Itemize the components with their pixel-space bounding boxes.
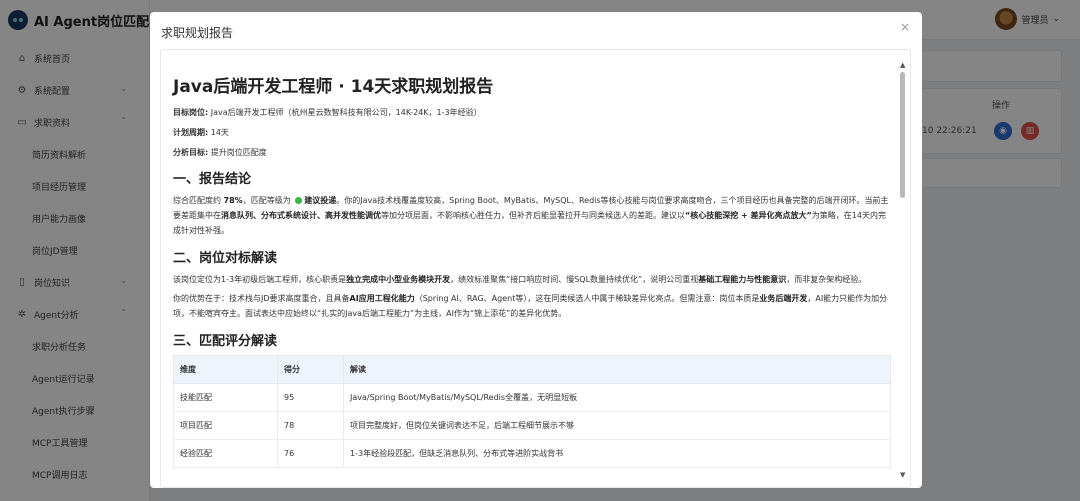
section-conclusion-title: 一、报告结论 (173, 172, 252, 187)
table-row: 经验匹配 76 1-3年经验段匹配，但缺乏消息队列、分布式等进阶实战背书 (173, 439, 891, 468)
meta-goal: 分析目标: 提升岗位匹配度 (173, 148, 267, 157)
cell-dimension: 项目匹配 (173, 411, 278, 440)
scroll-thumb[interactable] (900, 72, 905, 198)
close-icon[interactable]: × (900, 20, 910, 34)
meta-period: 计划周期: 14天 (173, 128, 229, 137)
cell-dimension: 技能匹配 (173, 383, 278, 412)
level-dot-icon (295, 197, 303, 204)
report-dialog: 求职规划报告 × Java后端开发工程师 · 14天求职规划报告 目标岗位: J… (150, 12, 922, 488)
table-row: 项目匹配 78 项目完整度好，但岗位关键词表达不足，后端工程细节展示不够 (173, 411, 891, 440)
cell-score: 78 (277, 411, 344, 440)
header-interpretation: 解读 (343, 355, 891, 384)
cell-score: 95 (277, 383, 344, 412)
cell-interpretation: 项目完整度好，但岗位关键词表达不足，后端工程细节展示不够 (343, 411, 891, 440)
conclusion-paragraph: 综合匹配度约 78%，匹配等级为 建议投递。你的Java技术栈覆盖度较高，Spr… (173, 196, 889, 235)
header-dimension: 维度 (173, 355, 278, 384)
section-benchmark-title: 二、岗位对标解读 (173, 251, 278, 266)
scroll-down-icon[interactable]: ▼ (900, 471, 905, 479)
table-header-row: 维度 得分 解读 (173, 355, 891, 384)
table-row: 技能匹配 95 Java/Spring Boot/MyBatis/MySQL/R… (173, 383, 891, 412)
score-table: 维度 得分 解读 技能匹配 95 Java/Spring Boot/MyBati… (173, 355, 891, 468)
cell-interpretation: Java/Spring Boot/MyBatis/MySQL/Redis全覆盖，… (343, 383, 891, 412)
scroll-up-icon[interactable]: ▲ (900, 61, 905, 69)
report-scrollbar[interactable]: ▲ ▼ (898, 50, 908, 487)
cell-interpretation: 1-3年经验段匹配，但缺乏消息队列、分布式等进阶实战背书 (343, 439, 891, 468)
benchmark-paragraph-1: 该岗位定位为1-3年初级后端工程师，核心职责是独立完成中小型业务模块开发，绩效标… (173, 275, 867, 284)
cell-score: 76 (277, 439, 344, 468)
cell-dimension: 经验匹配 (173, 439, 278, 468)
meta-target: 目标岗位: Java后端开发工程师（杭州星云数智科技有限公司，14K-24K，1… (173, 108, 482, 117)
header-score: 得分 (277, 355, 344, 384)
benchmark-paragraph-2: 你的优势在于：技术栈与JD要求高度重合，且具备AI应用工程化能力（Spring … (173, 294, 888, 318)
report-content[interactable]: Java后端开发工程师 · 14天求职规划报告 目标岗位: Java后端开发工程… (160, 49, 911, 488)
section-score-title: 三、匹配评分解读 (173, 334, 278, 349)
dialog-title: 求职规划报告 (161, 26, 234, 40)
report-title: Java后端开发工程师 · 14天求职规划报告 (173, 77, 494, 97)
